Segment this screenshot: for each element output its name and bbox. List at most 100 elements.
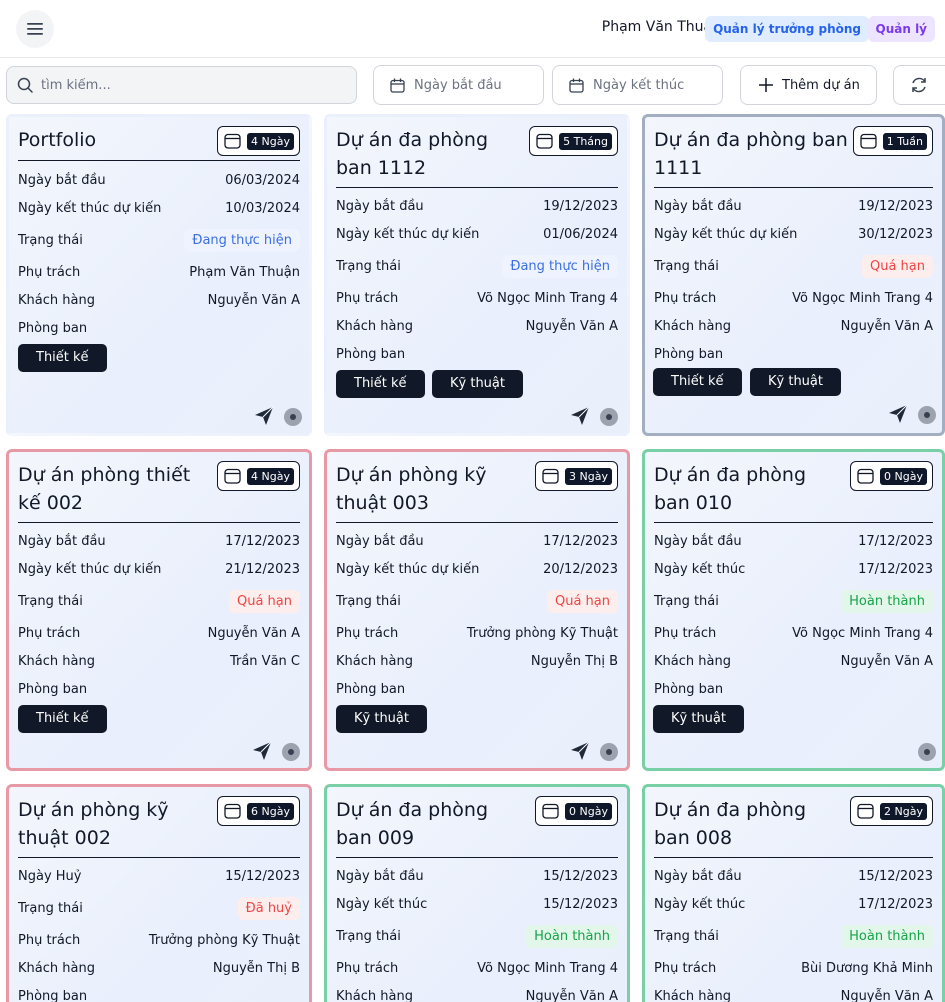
row-label: Khách hàng [18,292,95,308]
owner-row: Phụ trách Võ Ngọc Minh Trang 4 [336,958,618,978]
owner-row: Phụ trách Trưởng phòng Kỹ Thuật [18,930,300,950]
end-date-row: Ngày kết thúc 15/12/2023 [336,894,618,914]
send-icon[interactable] [570,741,590,761]
row-label: Phòng ban [336,681,406,697]
dept-tag[interactable]: Kỹ thuật [336,705,427,733]
add-project-button[interactable]: Thêm dự án [740,65,877,105]
search-input[interactable] [41,77,331,93]
refresh-icon [912,77,926,93]
calendar-icon [542,468,559,484]
calendar-icon [224,133,241,149]
dept-tag[interactable]: Kỹ thuật [432,370,523,398]
project-title: Dự án đa phòng ban 009 [336,799,489,849]
start-date-picker[interactable]: Ngày bắt đầu [373,65,544,105]
eye-icon[interactable] [600,408,618,426]
eye-icon[interactable] [918,743,936,761]
project-card[interactable]: Dự án phòng kỹ thuật 002 6 Ngày Ngày Huỷ… [6,784,312,1002]
project-title: Dự án đa phòng ban 1111 [654,129,848,179]
duration-text: 4 Ngày [247,132,294,150]
status-row: Trạng thái Hoàn thành [654,589,933,613]
customer-row: Khách hàng Nguyễn Văn A [336,316,618,336]
send-icon[interactable] [252,741,272,761]
project-card[interactable]: Dự án đa phòng ban 008 2 Ngày Ngày bắt đ… [642,784,945,1002]
row-label: Phụ trách [654,960,717,976]
status-row: Trạng thái Quá hạn [18,589,300,613]
customer-row: Khách hàng Nguyễn Thị B [18,958,300,978]
project-title: Dự án đa phòng ban 010 [654,464,807,514]
row-label: Khách hàng [336,653,413,669]
user-name: Phạm Văn Thuận [601,19,721,35]
project-card[interactable]: Dự án đa phòng ban 1112 5 Tháng Ngày bắt… [324,114,630,436]
duration-text: 4 Ngày [247,467,294,485]
project-card[interactable]: Portfolio 4 Ngày Ngày bắt đầu 06/03/2024 … [6,114,312,436]
start-date-value: 17/12/2023 [543,533,618,549]
dept-tag[interactable]: Kỹ thuật [750,368,841,396]
row-label: Ngày kết thúc dự kiến [336,226,480,242]
end-date-picker[interactable]: Ngày kết thúc [552,65,723,105]
calendar-icon [224,803,241,819]
duration-text: 0 Ngày [565,802,612,820]
row-label: Ngày Huỷ [18,868,82,884]
search-box[interactable] [6,66,357,104]
eye-icon[interactable] [918,406,936,424]
calendar-icon [224,468,241,484]
end-date-row: Ngày kết thúc 17/12/2023 [654,559,933,579]
duration-badge: 3 Ngày [535,461,618,491]
dept-tag[interactable]: Thiết kế [18,705,107,733]
row-label: Phụ trách [18,625,81,641]
dept-row: Phòng ban [18,679,300,699]
duration-text: 5 Tháng [559,132,612,150]
project-card[interactable]: Dự án đa phòng ban 009 0 Ngày Ngày bắt đ… [324,784,630,1002]
send-icon[interactable] [570,406,590,426]
eye-icon[interactable] [284,408,302,426]
add-project-label: Thêm dự án [782,77,860,93]
start-date-value: 17/12/2023 [858,533,933,549]
eye-icon[interactable] [282,743,300,761]
eye-icon[interactable] [600,743,618,761]
row-label: Ngày kết thúc dự kiến [18,561,162,577]
status-badge: Đã huỷ [237,896,300,920]
project-card[interactable]: Dự án phòng kỹ thuật 003 3 Ngày Ngày bắt… [324,449,630,771]
row-label: Phụ trách [18,932,81,948]
customer-row: Khách hàng Nguyễn Văn A [18,290,300,310]
status-badge: Hoàn thành [841,589,933,613]
duration-text: 6 Ngày [247,802,294,820]
start-date-value: 15/12/2023 [858,868,933,884]
dept-tag[interactable]: Thiết kế [18,344,107,372]
title-divider [654,187,933,188]
send-icon[interactable] [888,404,908,424]
send-icon[interactable] [254,406,274,426]
status-row: Trạng thái Hoàn thành [336,924,618,948]
owner-row: Phụ trách Phạm Văn Thuận [18,262,300,282]
row-label: Ngày bắt đầu [654,533,742,549]
end-date-row: Ngày kết thúc dự kiến 30/12/2023 [654,224,933,244]
row-label: Ngày kết thúc dự kiến [654,226,798,242]
owner-value: Nguyễn Văn A [207,625,300,641]
row-label: Trạng thái [18,232,83,248]
calendar-icon [390,78,405,93]
menu-button[interactable] [16,10,54,48]
title-divider [336,857,618,858]
dept-tag[interactable]: Thiết kế [336,370,425,398]
customer-value: Trần Văn C [229,653,300,669]
row-label: Khách hàng [654,988,731,1002]
project-card[interactable]: Dự án đa phòng ban 010 0 Ngày Ngày bắt đ… [642,449,945,771]
row-label: Trạng thái [654,593,719,609]
project-card[interactable]: Dự án đa phòng ban 1111 1 Tuần Ngày bắt … [642,114,945,436]
end-date-value: 01/06/2024 [543,226,618,242]
status-row: Trạng thái Đã huỷ [18,896,300,920]
row-label: Ngày bắt đầu [336,868,424,884]
end-date-value: 17/12/2023 [858,561,933,577]
dept-tag[interactable]: Thiết kế [653,368,742,396]
title-divider [654,857,933,858]
row-label: Trạng thái [336,258,401,274]
dept-tag[interactable]: Kỹ thuật [653,705,744,733]
status-row: Trạng thái Quá hạn [654,254,933,278]
project-card[interactable]: Dự án phòng thiết kế 002 4 Ngày Ngày bắt… [6,449,312,771]
title-divider [654,522,933,523]
refresh-button[interactable] [893,65,945,105]
duration-text: 3 Ngày [565,467,612,485]
calendar-icon [542,803,559,819]
owner-row: Phụ trách Võ Ngọc Minh Trang 4 [654,288,933,308]
status-row: Trạng thái Quá hạn [336,589,618,613]
